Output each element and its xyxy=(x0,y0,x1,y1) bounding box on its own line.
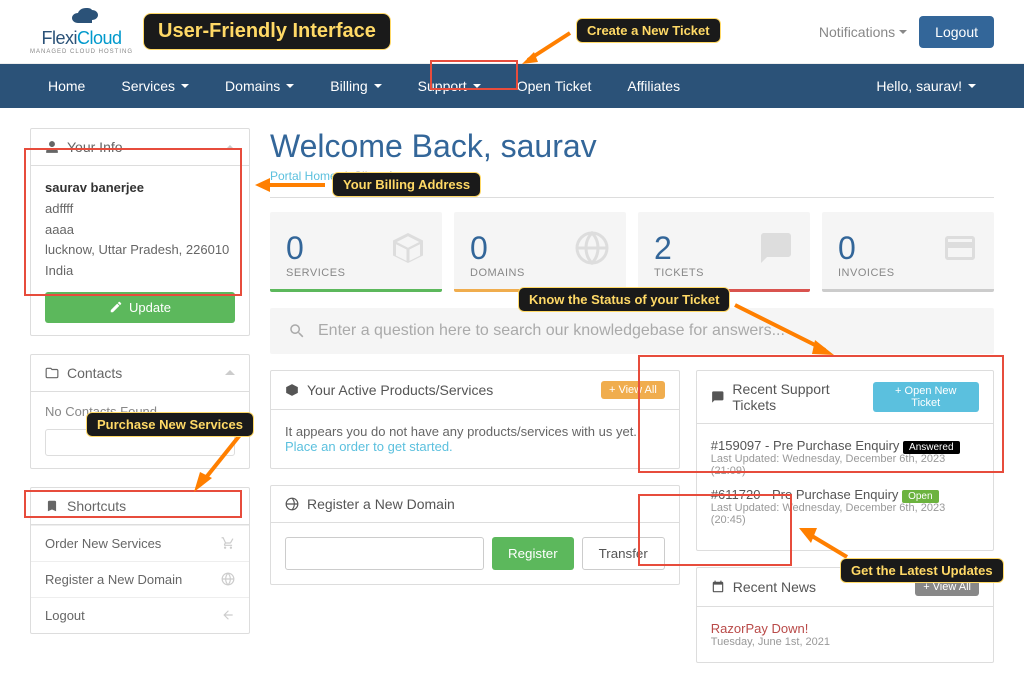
breadcrumb-home[interactable]: Portal Home xyxy=(270,169,337,183)
search-input[interactable] xyxy=(318,322,976,340)
tickets-header: Recent Support Tickets + Open New Ticket xyxy=(697,371,993,424)
cart-icon xyxy=(221,536,235,550)
annotation-purchase-services: Purchase New Services xyxy=(86,412,254,437)
logout-button[interactable]: Logout xyxy=(919,16,994,48)
shortcut-logout[interactable]: Logout xyxy=(31,597,249,633)
search-icon xyxy=(288,322,306,340)
shortcut-register-domain[interactable]: Register a New Domain xyxy=(31,561,249,597)
news-body[interactable]: RazorPay Down! Tuesday, June 1st, 2021 xyxy=(697,607,993,662)
cube-icon xyxy=(285,383,299,397)
nav-open-ticket[interactable]: Open Ticket xyxy=(499,64,610,108)
shortcuts-header: Shortcuts xyxy=(31,488,249,525)
stat-invoices[interactable]: 0 INVOICES xyxy=(822,212,994,292)
globe-icon xyxy=(285,497,299,511)
bookmark-icon xyxy=(45,499,59,513)
your-info-header: Your Info xyxy=(31,129,249,166)
products-body: It appears you do not have any products/… xyxy=(271,410,679,468)
domain-input[interactable] xyxy=(285,537,484,570)
nav-services[interactable]: Services xyxy=(103,64,207,108)
stat-services[interactable]: 0 SERVICES xyxy=(270,212,442,292)
domain-reg-header: Register a New Domain xyxy=(271,486,679,523)
update-button[interactable]: Update xyxy=(45,292,235,323)
folder-icon xyxy=(45,366,59,380)
view-all-products-button[interactable]: + View All xyxy=(601,381,665,399)
nav-user-greeting[interactable]: Hello, saurav! xyxy=(858,64,994,108)
nav-affiliates[interactable]: Affiliates xyxy=(609,64,698,108)
ticket-item[interactable]: #611720 - Pre Purchase Enquiry Open Last… xyxy=(711,487,979,526)
stat-domains[interactable]: 0 DOMAINS xyxy=(454,212,626,292)
notifications-dropdown[interactable]: Notifications xyxy=(819,24,907,40)
annotation-create-ticket: Create a New Ticket xyxy=(576,18,721,43)
chevron-up-icon xyxy=(225,370,235,375)
globe-icon xyxy=(574,230,610,266)
user-icon xyxy=(45,140,59,154)
nav-home[interactable]: Home xyxy=(30,64,103,108)
transfer-domain-button[interactable]: Transfer xyxy=(582,537,665,570)
annotation-billing-address: Your Billing Address xyxy=(332,172,481,197)
ticket-item[interactable]: #159097 - Pre Purchase Enquiry Answered … xyxy=(711,438,979,477)
products-header: Your Active Products/Services + View All xyxy=(271,371,679,410)
calendar-icon xyxy=(711,580,725,594)
user-info-body: saurav banerjee adffff aaaa lucknow, Utt… xyxy=(31,166,249,335)
stat-tickets[interactable]: 2 TICKETS xyxy=(638,212,810,292)
annotation-ticket-status: Know the Status of your Ticket xyxy=(518,287,730,312)
pencil-icon xyxy=(109,300,123,314)
credit-card-icon xyxy=(942,230,978,266)
nav-domains[interactable]: Domains xyxy=(207,64,312,108)
place-order-link[interactable]: Place an order to get started. xyxy=(285,439,665,454)
cube-icon xyxy=(390,230,426,266)
nav-support[interactable]: Support xyxy=(400,64,499,108)
logo[interactable]: FlexiCloud MANAGED CLOUD HOSTING xyxy=(30,8,133,55)
comments-icon xyxy=(711,390,725,404)
contacts-header: Contacts xyxy=(31,355,249,392)
welcome-heading: Welcome Back, saurav xyxy=(270,128,994,165)
globe-icon xyxy=(221,572,235,586)
comments-icon xyxy=(758,230,794,266)
shortcut-order-services[interactable]: Order New Services xyxy=(31,525,249,561)
open-new-ticket-button[interactable]: + Open New Ticket xyxy=(873,382,979,412)
arrow-left-icon xyxy=(221,608,235,622)
annotation-latest-updates: Get the Latest Updates xyxy=(840,558,1004,583)
register-domain-button[interactable]: Register xyxy=(492,537,574,570)
nav-billing[interactable]: Billing xyxy=(312,64,399,108)
annotation-title: User-Friendly Interface xyxy=(143,13,391,50)
chevron-up-icon xyxy=(225,145,235,150)
